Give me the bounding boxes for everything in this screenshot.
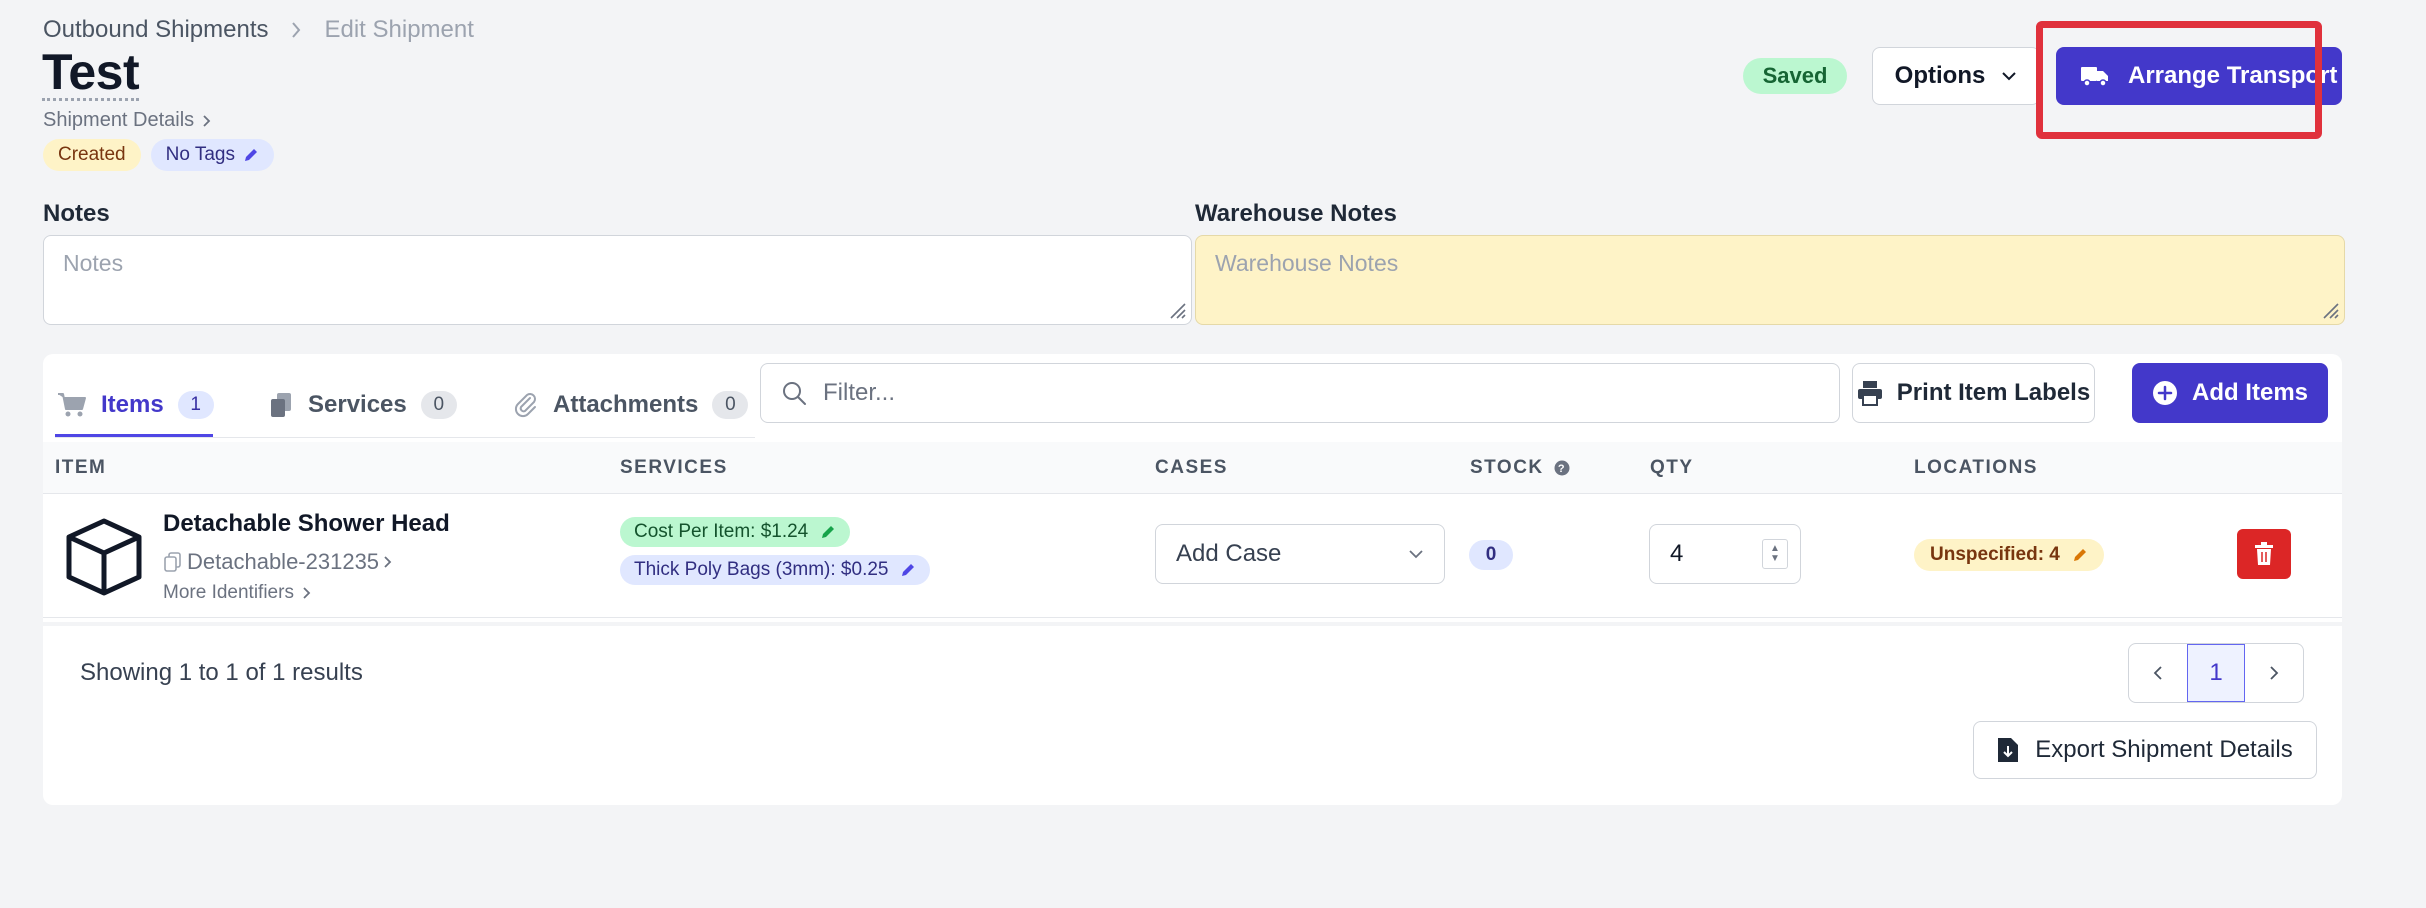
paperclip-icon	[514, 393, 536, 418]
tags-badge[interactable]: No Tags	[150, 139, 274, 171]
chevron-right-icon	[303, 587, 311, 599]
export-shipment-details-button[interactable]: Export Shipment Details	[1973, 721, 2317, 779]
column-header-locations: LOCATIONS	[1914, 457, 2038, 478]
pagination: 1	[2128, 643, 2304, 703]
service-badge-poly-bags[interactable]: Thick Poly Bags (3mm): $0.25	[620, 555, 931, 585]
chevron-right-icon	[384, 556, 392, 568]
export-shipment-details-label: Export Shipment Details	[2035, 736, 2293, 763]
print-item-labels-button[interactable]: Print Item Labels	[1852, 363, 2095, 423]
breadcrumb-edit-shipment: Edit Shipment	[324, 16, 474, 43]
svg-text:?: ?	[1558, 463, 1566, 475]
add-case-select[interactable]: Add Case	[1155, 524, 1445, 584]
filter-placeholder: Filter...	[823, 379, 896, 406]
service-label: Cost Per Item: $1.24	[634, 521, 809, 542]
copy-icon	[271, 393, 291, 417]
help-icon[interactable]: ?	[1554, 460, 1570, 476]
pencil-icon	[244, 149, 257, 161]
tab-services-label: Services	[308, 391, 407, 418]
warehouse-notes-textarea[interactable]: Warehouse Notes	[1195, 235, 2345, 325]
table-row: Detachable Shower Head Detachable-231235…	[43, 494, 2342, 618]
shipment-details-label: Shipment Details	[43, 109, 195, 131]
quantity-stepper[interactable]: 4 ▲ ▼	[1649, 524, 1801, 584]
print-item-labels-label: Print Item Labels	[1896, 379, 2091, 406]
add-case-placeholder: Add Case	[1176, 540, 1282, 567]
quantity-spinner[interactable]: ▲ ▼	[1762, 539, 1788, 569]
tab-items-count: 1	[177, 391, 214, 419]
pencil-icon	[822, 526, 835, 538]
column-header-services: SERVICES	[620, 457, 728, 478]
product-name[interactable]: Detachable Shower Head	[163, 510, 450, 538]
column-header-cases: CASES	[1155, 457, 1228, 478]
product-sku-text: Detachable-231235	[187, 549, 380, 574]
options-label: Options	[1894, 62, 1986, 89]
saved-status-badge: Saved	[1743, 58, 1847, 94]
caret-down-icon[interactable]: ▼	[1770, 554, 1780, 564]
table-header: ITEM SERVICES CASES STOCK ? QTY LOCATION…	[43, 442, 2342, 494]
notes-placeholder: Notes	[63, 250, 124, 276]
pencil-icon	[902, 564, 915, 576]
column-header-item: ITEM	[55, 457, 107, 478]
results-summary: Showing 1 to 1 of 1 results	[80, 659, 363, 686]
product-sku[interactable]: Detachable-231235	[163, 549, 393, 575]
printer-icon	[1857, 381, 1882, 406]
warehouse-notes-label: Warehouse Notes	[1195, 200, 1397, 227]
page-title[interactable]: Test	[42, 46, 140, 101]
delete-item-button[interactable]	[2237, 529, 2291, 579]
shipment-details-link[interactable]: Shipment Details	[43, 109, 211, 132]
breadcrumb: Outbound Shipments Edit Shipment	[43, 16, 474, 44]
tab-attachments-count: 0	[712, 391, 749, 419]
stock-badge: 0	[1469, 540, 1513, 570]
shopping-cart-icon	[58, 393, 86, 417]
filter-input[interactable]: Filter...	[760, 363, 1840, 423]
column-header-stock: STOCK ?	[1470, 457, 1570, 479]
status-badge: Created	[43, 139, 141, 171]
add-items-button[interactable]: Add Items	[2132, 363, 2328, 423]
search-icon	[783, 382, 806, 405]
column-header-stock-label: STOCK	[1470, 457, 1544, 478]
more-identifiers-link[interactable]: More Identifiers	[163, 582, 311, 604]
page-1-button[interactable]: 1	[2187, 644, 2245, 702]
chevron-right-icon	[2270, 666, 2279, 680]
add-items-label: Add Items	[2191, 379, 2308, 406]
location-badge[interactable]: Unspecified: 4	[1914, 539, 2104, 571]
tab-services[interactable]: Services 0	[268, 370, 457, 440]
chevron-right-icon	[203, 114, 211, 127]
quantity-value: 4	[1670, 540, 1684, 567]
next-page-button[interactable]	[2245, 644, 2303, 702]
plus-circle-icon	[2152, 381, 2177, 405]
tab-divider	[55, 437, 755, 438]
package-icon	[66, 518, 142, 596]
notes-textarea[interactable]: Notes	[43, 235, 1192, 325]
notes-label: Notes	[43, 200, 110, 227]
trash-icon	[2255, 542, 2273, 565]
badge-row: Created No Tags	[43, 139, 274, 171]
warehouse-notes-placeholder: Warehouse Notes	[1215, 250, 1399, 276]
more-identifiers-label: More Identifiers	[163, 582, 294, 603]
chevron-right-icon	[290, 21, 302, 39]
tab-items[interactable]: Items 1	[57, 370, 214, 440]
tab-attachments-label: Attachments	[553, 391, 699, 418]
download-document-icon	[1998, 738, 2019, 762]
resize-handle-icon[interactable]	[2320, 300, 2340, 320]
column-header-qty: QTY	[1650, 457, 1694, 478]
options-dropdown-button[interactable]: Options	[1872, 47, 2040, 105]
chevron-down-icon	[1409, 550, 1423, 559]
tab-services-count: 0	[420, 391, 457, 419]
items-card: Items 1 Services 0 Attachments 0 Filter.…	[43, 354, 2342, 805]
section-divider	[43, 622, 2342, 626]
highlight-annotation	[2036, 21, 2322, 139]
previous-page-button[interactable]	[2129, 644, 2187, 702]
resize-handle-icon[interactable]	[1167, 300, 1187, 320]
copy-icon[interactable]	[163, 551, 183, 573]
chevron-down-icon	[2002, 72, 2017, 81]
breadcrumb-outbound-shipments[interactable]: Outbound Shipments	[43, 16, 268, 44]
tab-items-label: Items	[101, 391, 164, 418]
tab-attachments[interactable]: Attachments 0	[513, 370, 749, 440]
location-label: Unspecified: 4	[1930, 544, 2060, 565]
tags-label: No Tags	[165, 144, 235, 165]
chevron-left-icon	[2153, 666, 2162, 680]
service-badge-cost-per-item[interactable]: Cost Per Item: $1.24	[620, 517, 851, 547]
service-label: Thick Poly Bags (3mm): $0.25	[634, 559, 889, 580]
pencil-icon	[2073, 549, 2086, 561]
